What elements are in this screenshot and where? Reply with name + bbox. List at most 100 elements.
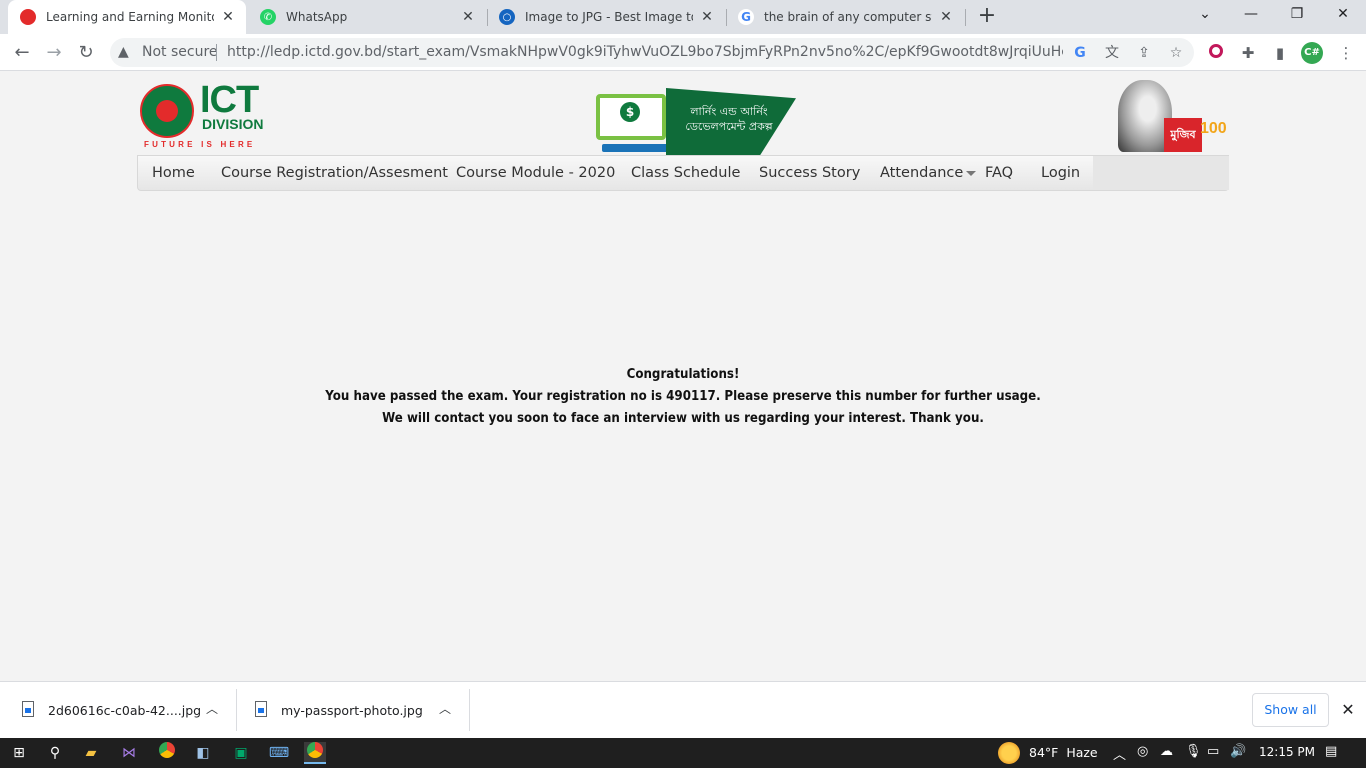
onedrive-icon[interactable]: ☁ [1160,744,1173,759]
app-icon[interactable]: ◧ [192,742,214,764]
download-filename: my-passport-photo.jpg [281,703,423,718]
google-icon: G [738,9,754,25]
chrome-active-icon[interactable] [304,742,326,764]
side-panel-icon[interactable]: ▮ [1269,42,1291,64]
close-download-bar-icon[interactable]: ✕ [1338,700,1358,720]
nav-success-story[interactable]: Success Story [759,165,860,181]
temperature: 84°F [1029,745,1059,760]
tab-title: WhatsApp [286,10,348,24]
download-bar: 2d60616c-c0ab-42....jpg ︿ my-passport-ph… [0,681,1366,738]
windows-start-icon[interactable]: ⊞ [8,742,30,764]
site-header: ICT DIVISION FUTURE IS HERE $ লার্নিং এন… [138,76,1228,156]
banner-title-line1: লার্নিং এন্ড আর্নিং [690,105,768,118]
image-file-icon [255,701,267,717]
logo-division-text: DIVISION [202,116,264,132]
caret-down-icon [966,170,977,176]
tab-title: Image to JPG - Best Image to JPG [525,10,693,24]
dollar-coin-icon: $ [620,102,640,122]
tab-whatsapp[interactable]: ✆ WhatsApp ✕ [248,0,486,34]
show-all-downloads-button[interactable]: Show all [1252,693,1329,727]
tab-title: the brain of any computer system [764,10,932,24]
keyboard-icon[interactable]: ⌨ [268,742,290,764]
web-page: ICT DIVISION FUTURE IS HERE $ লার্নিং এন… [0,71,1366,681]
mujib-number: 100 [1200,120,1227,137]
close-icon[interactable]: ✕ [460,9,476,25]
nav-course-registration[interactable]: Course Registration/Assesment [221,165,448,181]
tab-search-icon[interactable]: ⌄ [1182,0,1228,30]
visual-studio-icon[interactable]: ⋈ [118,742,140,764]
whatsapp-icon: ✆ [260,9,276,25]
nav-class-schedule[interactable]: Class Schedule [631,165,740,181]
tab-image-to-jpg[interactable]: ○ Image to JPG - Best Image to JPG ✕ [487,0,725,34]
tab-separator [965,9,966,26]
chrome-icon[interactable] [156,742,178,764]
download-item[interactable]: 2d60616c-c0ab-42....jpg ︿ [0,682,236,739]
weather-widget[interactable]: 84°F Haze [1029,745,1098,760]
warning-icon[interactable]: ▲ [118,44,129,60]
share-icon[interactable]: ⇪ [1134,43,1154,63]
show-hidden-icons-chevron-icon[interactable]: ︿ [1113,744,1126,763]
chevron-up-icon[interactable]: ︿ [437,701,453,717]
download-separator [469,689,470,731]
address-divider [216,44,217,61]
chevron-up-icon[interactable]: ︿ [204,701,220,717]
nav-attendance-label: Attendance [880,165,964,181]
network-icon[interactable]: ▭ [1207,744,1219,759]
menu-kebab-icon[interactable]: ⋮ [1335,42,1357,64]
microphone-icon[interactable]: 🎙 [1185,744,1202,759]
security-label[interactable]: Not secure [142,44,218,60]
restore-button[interactable]: ❐ [1274,0,1320,30]
minimize-button[interactable]: — [1228,0,1274,30]
extensions-puzzle-icon[interactable]: ✚ [1237,42,1259,64]
download-item[interactable]: my-passport-photo.jpg ︿ [233,682,469,739]
banner-title-line2: ডেভেলপমেন্ট প্রকল্প [685,120,773,133]
exam-result-message: Congratulations! You have passed the exa… [82,363,1284,429]
close-icon[interactable]: ✕ [699,9,715,25]
navbar-right-section [1093,156,1229,190]
mujib-100-logo: মুজিব 100 [1114,76,1228,156]
message-registration: You have passed the exam. Your registrat… [325,388,1041,404]
message-heading: Congratulations! [626,366,740,382]
meet-now-icon[interactable]: ◎ [1137,744,1148,759]
message-interview: We will contact you soon to face an inte… [382,410,984,426]
nav-home[interactable]: Home [152,165,195,181]
address-bar[interactable]: ▲ Not secure http://ledp.ictd.gov.bd/sta… [110,38,1194,67]
meet-icon[interactable]: ▣ [230,742,252,764]
tab-title: Learning and Earning Monitoring [46,10,214,24]
back-button[interactable]: ← [8,39,36,67]
reload-button[interactable]: ↻ [72,39,100,67]
clock[interactable]: 12:15 PM [1259,745,1315,759]
volume-icon[interactable]: 🔊 [1230,744,1246,759]
file-explorer-icon[interactable]: ▰ [80,742,102,764]
close-icon[interactable]: ✕ [220,9,236,25]
translate-icon[interactable]: 文 [1102,43,1122,63]
extension-color-icon[interactable] [1205,42,1227,64]
weather-haze-icon[interactable] [998,742,1020,764]
banner-title: লার্নিং এন্ড আর্নিং ডেভেলপমেন্ট প্রকল্প [674,104,784,134]
tab-learning-earning[interactable]: Learning and Earning Monitoring ✕ [8,0,246,34]
weather-condition: Haze [1066,745,1098,760]
close-icon[interactable]: ✕ [938,9,954,25]
windows-taskbar: ⊞ ⚲ ▰ ⋈ ◧ ▣ ⌨ 84°F Haze ︿ ◎ ☁ 🎙 ▭ 🔊 12:1… [0,738,1366,768]
image-to-jpg-icon: ○ [499,9,515,25]
nav-faq[interactable]: FAQ [985,165,1013,181]
ledp-banner: $ লার্নিং এন্ড আর্নিং ডেভেলপমেন্ট প্রকল্… [594,76,800,156]
google-lens-icon[interactable]: G [1070,43,1090,63]
nav-login[interactable]: Login [1041,165,1080,181]
download-filename: 2d60616c-c0ab-42....jpg [48,703,202,718]
main-navbar: Home Course Registration/Assesment Cours… [137,155,1229,191]
browser-toolbar: ← → ↻ ▲ Not secure http://ledp.ictd.gov.… [0,34,1366,71]
logo-tagline: FUTURE IS HERE [144,140,256,149]
bookmark-star-icon[interactable]: ☆ [1166,43,1186,63]
tab-google-search[interactable]: G the brain of any computer system ✕ [726,0,964,34]
url-text[interactable]: http://ledp.ictd.gov.bd/start_exam/Vsmak… [227,44,1063,60]
forward-button[interactable]: → [40,39,68,67]
notifications-icon[interactable]: ▤ [1325,744,1337,759]
nav-course-module[interactable]: Course Module - 2020 [456,165,615,181]
profile-avatar[interactable]: C# [1301,42,1323,64]
new-tab-button[interactable]: + [975,5,999,29]
nav-attendance-dropdown[interactable]: Attendance [880,165,977,181]
government-seal-icon [140,84,194,138]
close-window-button[interactable]: ✕ [1320,0,1366,30]
search-icon[interactable]: ⚲ [44,742,66,764]
